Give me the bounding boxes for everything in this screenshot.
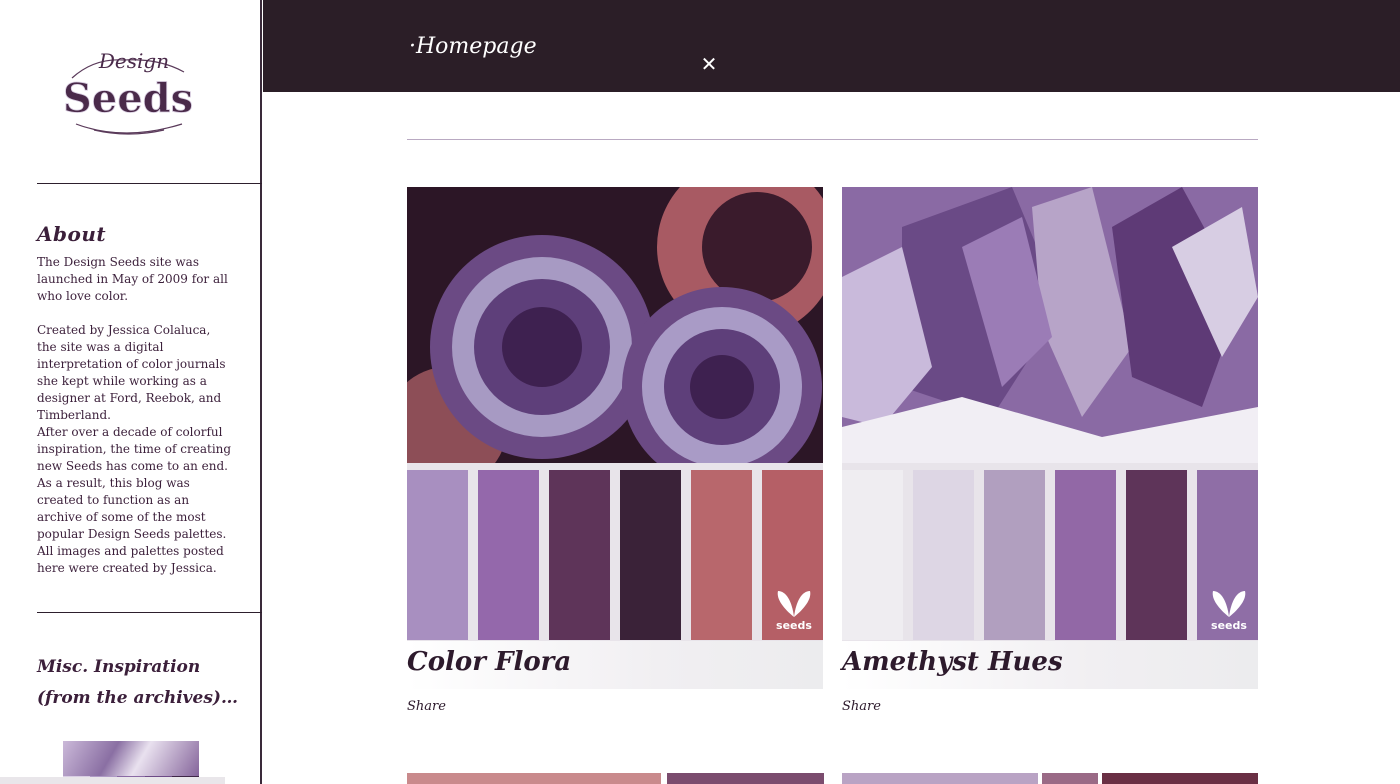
content-divider [407, 139, 1258, 140]
cookie-bar-edge [0, 777, 225, 784]
palette-swatch [842, 470, 903, 640]
color-flora-photo[interactable] [407, 187, 823, 463]
misc-heading-line2: (from the archives)… [37, 688, 238, 708]
palette-swatch [620, 470, 681, 640]
misc-heading-line1: Misc. Inspiration [37, 657, 201, 677]
misc-inspiration-heading: Misc. Inspiration (from the archives)… [37, 652, 247, 714]
next-card-photo[interactable] [407, 773, 661, 784]
amethyst-hues-photo[interactable] [842, 187, 1258, 463]
seeds-badge: seeds [769, 589, 819, 637]
palette-card-amethyst-hues[interactable]: seeds Amethyst Hues Share [842, 187, 1258, 714]
card-title[interactable]: Amethyst Hues [842, 647, 1063, 677]
palette-swatch [984, 470, 1045, 640]
sidebar-divider [37, 612, 262, 613]
about-paragraph-1: The Design Seeds site was launched in Ma… [37, 255, 228, 303]
sidebar: Design Seeds About The Design Seeds site… [0, 0, 262, 784]
share-link[interactable]: Share [407, 699, 446, 714]
seeds-badge-label: seeds [1211, 619, 1247, 632]
next-card-photo[interactable] [667, 773, 824, 784]
share-link[interactable]: Share [842, 699, 881, 714]
palette-swatch [691, 470, 752, 640]
next-card-photo[interactable] [1042, 773, 1098, 784]
palette-swatch [913, 470, 974, 640]
card-title-band: Amethyst Hues [842, 641, 1258, 689]
palette-swatch [407, 470, 468, 640]
color-flora-palette: seeds [407, 463, 823, 641]
nav-homepage-link[interactable]: ·Homepage [409, 34, 537, 59]
close-icon[interactable]: ✕ [691, 50, 727, 78]
svg-text:Design: Design [98, 49, 169, 73]
next-card-photo[interactable] [842, 773, 1038, 784]
design-seeds-logo[interactable]: Design Seeds [62, 38, 194, 142]
top-navigation-bar: ·Homepage ✕ [263, 0, 1400, 92]
sidebar-divider [37, 183, 262, 184]
palette-card-color-flora[interactable]: seeds Color Flora Share [407, 187, 823, 714]
next-card-photo[interactable] [1102, 773, 1258, 784]
about-heading: About [37, 222, 107, 246]
about-paragraph-2: Created by Jessica Colaluca, the site wa… [37, 323, 226, 422]
card-title[interactable]: Color Flora [407, 647, 571, 677]
seeds-badge-label: seeds [776, 619, 812, 632]
palette-swatch [1126, 470, 1187, 640]
seeds-badge: seeds [1204, 589, 1254, 637]
svg-text:Seeds: Seeds [64, 75, 193, 122]
palette-swatch [478, 470, 539, 640]
about-paragraph-3: After over a decade of colorful inspirat… [37, 425, 232, 575]
seeds-leaf-icon [1212, 591, 1246, 617]
card-title-band: Color Flora [407, 641, 823, 689]
palette-swatch [549, 470, 610, 640]
amethyst-hues-palette: seeds [842, 463, 1258, 641]
palette-swatch [1055, 470, 1116, 640]
seeds-leaf-icon [777, 591, 811, 617]
